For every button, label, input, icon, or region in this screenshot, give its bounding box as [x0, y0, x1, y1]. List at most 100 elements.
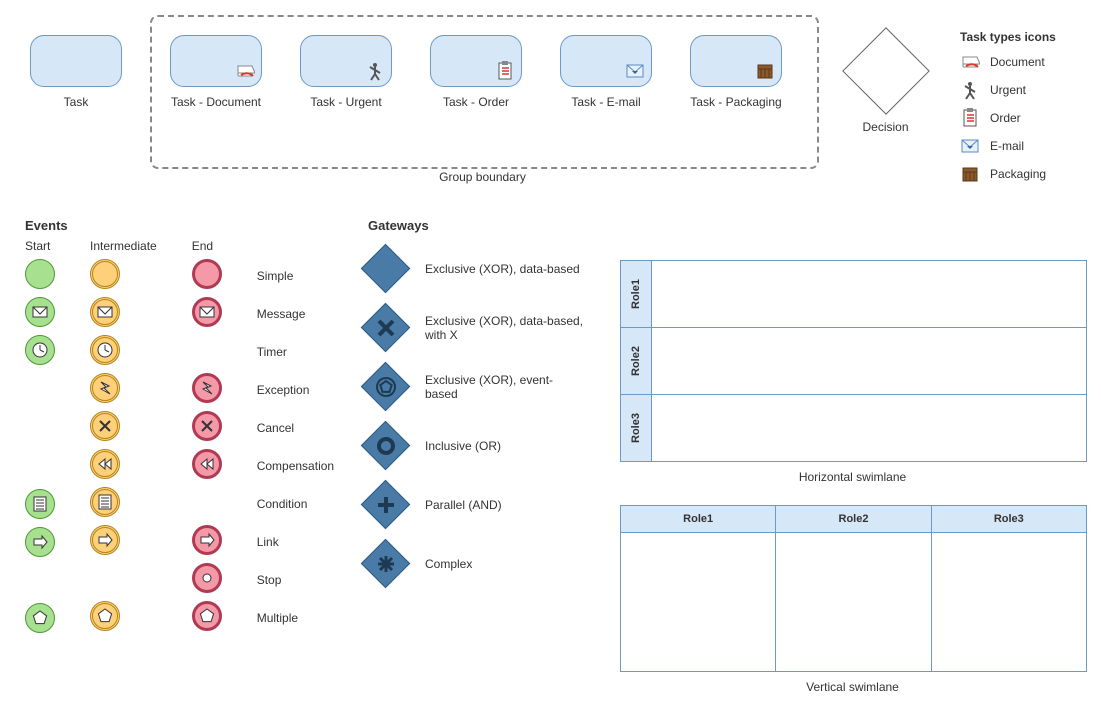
legend-label: Packaging	[990, 167, 1046, 181]
end-event-link[interactable]	[192, 525, 222, 555]
clock-icon	[96, 341, 114, 359]
task-shape[interactable]	[560, 35, 652, 87]
swimlane-lane: Role2	[776, 506, 931, 671]
legend-row-order: Order	[960, 108, 1090, 128]
gateway-shape[interactable]	[361, 303, 410, 352]
gateway-shape[interactable]	[361, 362, 410, 411]
legend-label: Document	[990, 55, 1045, 69]
events-end-col: End	[192, 239, 222, 631]
intermediate-event-cancel[interactable]	[90, 411, 120, 441]
gateway-shape[interactable]	[361, 480, 410, 529]
swimlane-lane: Role2	[621, 328, 1086, 395]
role-label: Role1	[630, 279, 642, 309]
gateway-label: Complex	[425, 557, 585, 571]
gateway-shape[interactable]	[361, 421, 410, 470]
gateway-label: Parallel (AND)	[425, 498, 585, 512]
end-event-cancel[interactable]	[192, 411, 222, 441]
gateway-label: Inclusive (OR)	[425, 439, 585, 453]
event-label: Condition	[257, 489, 334, 519]
end-event-multiple[interactable]	[192, 601, 222, 631]
task-plain-label: Task	[64, 95, 89, 109]
start-event-link[interactable]	[25, 527, 55, 557]
intermediate-event-timer[interactable]	[90, 335, 120, 365]
gateway-shape[interactable]	[361, 539, 410, 588]
task-types-legend: Task types icons Document Urgent Order E…	[960, 30, 1090, 192]
role-cell[interactable]: Role3	[932, 506, 1086, 533]
rewind-icon	[96, 455, 114, 473]
swimlane-lane: Role1	[621, 261, 1086, 328]
task-row: Task - Document Task - Urgent Task - Ord…	[170, 35, 782, 109]
circle-icon	[376, 436, 396, 456]
task-label: Task - Packaging	[690, 95, 781, 109]
document-icon	[235, 61, 255, 81]
task-shape[interactable]	[690, 35, 782, 87]
role-label: Role1	[683, 513, 713, 525]
lines-icon	[31, 495, 49, 513]
intermediate-event-condition[interactable]	[90, 487, 120, 517]
role-cell[interactable]: Role2	[621, 328, 652, 394]
role-cell[interactable]: Role2	[776, 506, 930, 533]
document-icon	[960, 52, 980, 72]
gateway-and: Parallel (AND)	[368, 487, 585, 522]
task-label: Task - Urgent	[310, 95, 381, 109]
events-section: Events Start Intermediate	[25, 218, 334, 633]
task-shape[interactable]	[430, 35, 522, 87]
intermediate-event-message[interactable]	[90, 297, 120, 327]
role-cell[interactable]: Role3	[621, 395, 652, 461]
bolt-icon	[198, 379, 216, 397]
plus-icon	[376, 495, 396, 515]
start-event-multiple[interactable]	[25, 603, 55, 633]
decision: Decision	[843, 40, 928, 134]
end-event-compensation[interactable]	[192, 449, 222, 479]
col-header: End	[192, 239, 222, 253]
task-email: Task - E-mail	[560, 35, 652, 109]
start-event-message[interactable]	[25, 297, 55, 327]
start-event-simple[interactable]	[25, 259, 55, 289]
intermediate-event-compensation[interactable]	[90, 449, 120, 479]
intermediate-event-simple[interactable]	[90, 259, 120, 289]
horizontal-swimlane-label: Horizontal swimlane	[620, 470, 1085, 484]
urgent-icon	[365, 61, 385, 81]
task-document: Task - Document	[170, 35, 262, 109]
end-event-message[interactable]	[192, 297, 222, 327]
horizontal-swimlane[interactable]: Role1 Role2 Role3	[620, 260, 1087, 462]
packaging-icon	[960, 164, 980, 184]
gateway-shape[interactable]	[361, 244, 410, 293]
legend-label: E-mail	[990, 139, 1024, 153]
end-event-exception[interactable]	[192, 373, 222, 403]
task-shape[interactable]	[170, 35, 262, 87]
gateway-label: Exclusive (XOR), data-based	[425, 262, 585, 276]
x-icon	[96, 417, 114, 435]
swimlane-lane: Role1	[621, 506, 776, 671]
legend-row-email: E-mail	[960, 136, 1090, 156]
rewind-icon	[198, 455, 216, 473]
intermediate-event-multiple[interactable]	[90, 601, 120, 631]
mail-icon	[96, 303, 114, 321]
events-title: Events	[25, 218, 334, 233]
decision-shape[interactable]	[842, 27, 930, 115]
vertical-swimlane-label: Vertical swimlane	[620, 680, 1085, 694]
event-label: Cancel	[257, 413, 334, 443]
mail-icon	[31, 303, 49, 321]
vertical-swimlane[interactable]: Role1 Role2 Role3	[620, 505, 1087, 672]
intermediate-event-exception[interactable]	[90, 373, 120, 403]
legend-row-document: Document	[960, 52, 1090, 72]
task-plain: Task	[30, 35, 122, 109]
start-event-condition[interactable]	[25, 489, 55, 519]
role-cell[interactable]: Role1	[621, 506, 775, 533]
start-event-timer[interactable]	[25, 335, 55, 365]
role-label: Role2	[630, 346, 642, 376]
clock-icon	[31, 341, 49, 359]
role-cell[interactable]: Role1	[621, 261, 652, 327]
pentagon-icon	[198, 607, 216, 625]
end-event-simple[interactable]	[192, 259, 222, 289]
group-boundary-label: Group boundary	[150, 170, 815, 184]
end-event-stop[interactable]	[192, 563, 222, 593]
legend-row-urgent: Urgent	[960, 80, 1090, 100]
intermediate-event-link[interactable]	[90, 525, 120, 555]
task-shape[interactable]	[300, 35, 392, 87]
gateway-xor: Exclusive (XOR), data-based	[368, 251, 585, 286]
task-shape[interactable]	[30, 35, 122, 87]
packaging-icon	[755, 61, 775, 81]
event-label: Link	[257, 527, 334, 557]
